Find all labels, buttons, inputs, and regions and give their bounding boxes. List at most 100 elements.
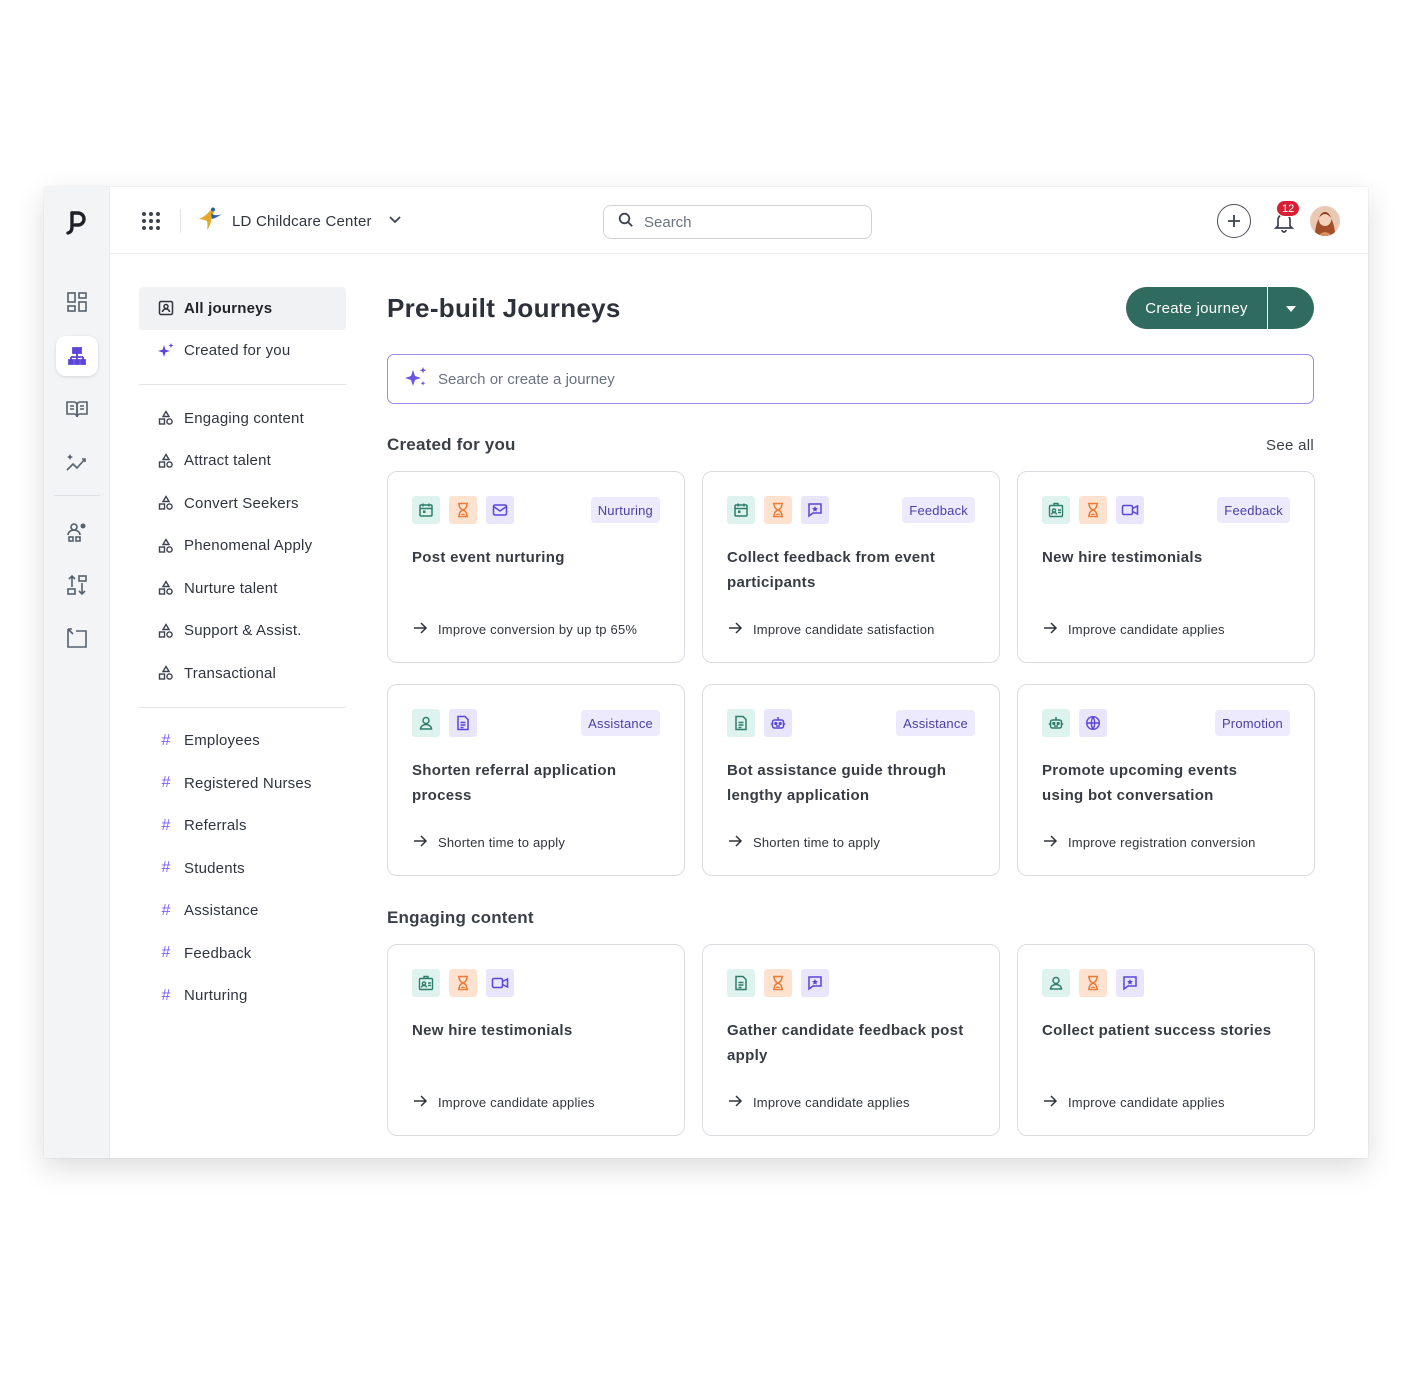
- org-logo-icon: [198, 207, 224, 236]
- message-star-icon: [801, 496, 829, 524]
- nav-tag-assistance[interactable]: # Assistance: [139, 890, 346, 933]
- app-logo-icon[interactable]: [61, 207, 93, 239]
- icon-rail: [44, 187, 110, 1158]
- nav-label: Assistance: [184, 902, 259, 920]
- arrow-right-icon: [412, 1094, 428, 1111]
- journey-card[interactable]: Promotion Promote upcoming events using …: [1017, 684, 1315, 876]
- nav-label: Students: [184, 859, 245, 877]
- nav-category-phenomenal-apply[interactable]: Phenomenal Apply: [139, 525, 346, 568]
- card-goal: Improve candidate satisfaction: [727, 621, 935, 638]
- see-all-link[interactable]: See all: [1266, 437, 1314, 454]
- journey-card[interactable]: Feedback Collect feedback from event par…: [702, 471, 1000, 663]
- user-avatar[interactable]: [1310, 206, 1340, 236]
- nav-label: Nurturing: [184, 987, 248, 1005]
- global-search[interactable]: [603, 205, 872, 239]
- nav-all-journeys[interactable]: All journeys: [139, 287, 346, 330]
- card-tag: Nurturing: [590, 497, 660, 523]
- nav-tag-nurturing[interactable]: # Nurturing: [139, 975, 346, 1018]
- nav-tag-students[interactable]: # Students: [139, 847, 346, 890]
- journey-card[interactable]: Gather candidate feedback post apply Imp…: [702, 944, 1000, 1136]
- topbar-divider: [180, 209, 181, 233]
- card-goal: Improve candidate applies: [412, 1094, 595, 1111]
- nav-tag-registered-nurses[interactable]: # Registered Nurses: [139, 762, 346, 805]
- nav-tag-referrals[interactable]: # Referrals: [139, 805, 346, 848]
- card-tag: Feedback: [902, 497, 975, 523]
- nav-label: Attract talent: [184, 452, 272, 470]
- journeys-list-icon: [157, 299, 175, 317]
- shapes-icon: [157, 537, 175, 555]
- nav-label: Created for you: [184, 342, 291, 360]
- shapes-icon: [157, 664, 175, 682]
- arrow-right-icon: [412, 834, 428, 851]
- journey-ai-search[interactable]: [387, 354, 1314, 404]
- expand-window-icon[interactable]: [56, 618, 98, 658]
- shapes-icon: [157, 452, 175, 470]
- card-goal: Shorten time to apply: [412, 834, 565, 851]
- nav-label: Convert Seekers: [184, 494, 299, 512]
- engaging-cards-grid: New hire testimonials Improve candidate …: [387, 944, 1315, 1136]
- org-name: LD Childcare Center: [232, 212, 372, 230]
- card-title: Promote upcoming events using bot conver…: [1042, 762, 1238, 804]
- create-journey-split-button: Create journey: [1126, 287, 1314, 329]
- card-title: Collect patient success stories: [1042, 1022, 1272, 1039]
- hourglass-icon: [1079, 496, 1107, 524]
- journey-card[interactable]: Nurturing Post event nurturing Improve c…: [387, 471, 685, 663]
- card-channel-icons: [727, 969, 975, 997]
- nav-label: Engaging content: [184, 409, 304, 427]
- journeys-icon[interactable]: [56, 336, 98, 376]
- journey-card[interactable]: Feedback New hire testimonials Improve c…: [1017, 471, 1315, 663]
- card-goal-text: Improve candidate satisfaction: [753, 622, 935, 637]
- create-journey-button[interactable]: Create journey: [1126, 287, 1268, 329]
- journey-card[interactable]: Assistance Shorten referral application …: [387, 684, 685, 876]
- nav-category-nurture-talent[interactable]: Nurture talent: [139, 567, 346, 610]
- card-goal: Improve conversion by up tp 65%: [412, 621, 637, 638]
- card-title: Post event nurturing: [412, 549, 565, 566]
- nav-divider: [139, 384, 346, 385]
- nav-label: Registered Nurses: [184, 774, 312, 792]
- card-title: New hire testimonials: [1042, 549, 1203, 566]
- nav-tag-feedback[interactable]: # Feedback: [139, 932, 346, 975]
- org-switcher[interactable]: LD Childcare Center: [198, 206, 402, 236]
- nav-label: Nurture talent: [184, 579, 278, 597]
- nav-created-for-you[interactable]: Created for you: [139, 330, 346, 373]
- book-icon[interactable]: [56, 389, 98, 429]
- nav-category-support-assist[interactable]: Support & Assist.: [139, 610, 346, 653]
- dashboard-icon[interactable]: [56, 282, 98, 322]
- card-goal-text: Shorten time to apply: [753, 835, 881, 850]
- users-settings-icon[interactable]: [56, 512, 98, 552]
- app-grid-icon[interactable]: [140, 210, 162, 232]
- card-goal: Improve registration conversion: [1042, 834, 1256, 851]
- nav-category-attract-talent[interactable]: Attract talent: [139, 440, 346, 483]
- arrow-right-icon: [727, 834, 743, 851]
- journey-card[interactable]: Collect patient success stories Improve …: [1017, 944, 1315, 1136]
- sort-icon[interactable]: [56, 565, 98, 605]
- nav-divider: [139, 706, 346, 708]
- nav-category-convert-seekers[interactable]: Convert Seekers: [139, 482, 346, 525]
- journey-card[interactable]: Assistance Bot assistance guide through …: [702, 684, 1000, 876]
- section-title-engaging: Engaging content: [387, 908, 534, 927]
- add-button[interactable]: [1217, 204, 1251, 238]
- user-icon: [1042, 969, 1070, 997]
- rail-divider: [54, 495, 100, 496]
- nav-category-transactional[interactable]: Transactional: [139, 652, 346, 695]
- card-title: Bot assistance guide through lengthy app…: [727, 762, 947, 804]
- card-goal-text: Improve candidate applies: [1068, 1095, 1225, 1110]
- card-goal-text: Shorten time to apply: [438, 835, 566, 850]
- hashtag-icon: #: [161, 731, 171, 749]
- created-cards-grid: Nurturing Post event nurturing Improve c…: [387, 471, 1315, 876]
- global-search-input[interactable]: [644, 213, 844, 231]
- arrow-right-icon: [1042, 621, 1058, 638]
- app-window: LD Childcare Center 12 All journe: [44, 187, 1368, 1158]
- analytics-sparkle-icon[interactable]: [56, 443, 98, 483]
- nav-category-engaging-content[interactable]: Engaging content: [139, 397, 346, 440]
- top-bar: LD Childcare Center 12: [110, 187, 1368, 254]
- create-journey-dropdown[interactable]: [1268, 287, 1314, 329]
- hashtag-icon: #: [161, 816, 171, 834]
- bot-icon: [1042, 709, 1070, 737]
- journey-card[interactable]: New hire testimonials Improve candidate …: [387, 944, 685, 1136]
- journey-ai-search-input[interactable]: [438, 370, 1238, 388]
- nav-tag-employees[interactable]: # Employees: [139, 720, 346, 763]
- card-channel-icons: [1042, 969, 1290, 997]
- card-goal: Improve candidate applies: [727, 1094, 910, 1111]
- nav-label: Transactional: [184, 664, 277, 682]
